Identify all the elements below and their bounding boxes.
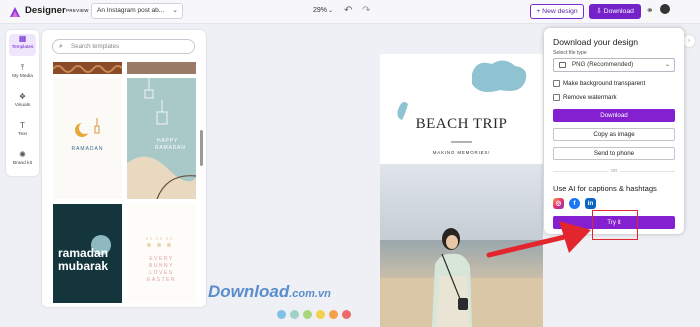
templates-icon: ▦: [18, 34, 27, 43]
palette-icon: ✺: [19, 150, 26, 159]
top-bar: Designer PREVIEW An Instagram post ab...…: [0, 0, 700, 24]
template-card-happy-ramadan[interactable]: HAPPY RAMADAN: [127, 78, 196, 199]
crescent-moon-icon: [75, 118, 100, 137]
search-placeholder: Search templates: [71, 43, 120, 50]
redo-icon[interactable]: ↷: [362, 5, 370, 16]
ai-captions-title: Use AI for captions & hashtags: [553, 184, 657, 193]
divider-label: OR: [608, 168, 621, 173]
rail-item-label: Visuals: [14, 103, 31, 108]
rail-item-brand-kit[interactable]: ✺ Brand kit: [6, 150, 39, 172]
preview-badge: PREVIEW: [66, 8, 89, 13]
undo-icon[interactable]: ↶: [344, 5, 352, 16]
search-icon: ⌕: [59, 43, 63, 50]
download-button-label: Download: [603, 8, 634, 15]
rail-item-my-media[interactable]: ⤒ My Media: [6, 63, 39, 85]
template-card-text: mubarak: [58, 259, 109, 273]
rail-item-visuals[interactable]: ❖ Visuals: [6, 92, 39, 114]
watermark-logo: Download.com.vn: [208, 282, 331, 302]
account-avatar[interactable]: [660, 4, 670, 14]
pointer-arrow: [486, 221, 591, 258]
canvas-subtitle[interactable]: MAKING MEMORIES!: [380, 150, 543, 155]
template-card-text: EASTER: [146, 277, 176, 283]
template-card-text: HAPPY: [157, 138, 178, 144]
chevron-down-icon: ⌄: [664, 62, 670, 68]
template-card-text: RAMADAN: [155, 145, 186, 151]
template-card-partial[interactable]: [53, 62, 122, 74]
zoom-level: 29%: [313, 7, 328, 14]
instagram-icon[interactable]: ◎: [553, 198, 564, 209]
document-title-dropdown[interactable]: An Instagram post ab... ⌄: [91, 3, 183, 19]
panel-scrollbar[interactable]: [200, 130, 203, 166]
chevron-down-icon: ⌄: [328, 8, 334, 14]
template-card-text: EVERY: [149, 256, 174, 262]
canvas-title[interactable]: BEACH TRIP: [380, 116, 543, 133]
file-type-label: Select file type: [553, 50, 587, 56]
file-type-select[interactable]: PNG (Recommended) ⌄: [553, 58, 675, 72]
remove-watermark-checkbox[interactable]: [553, 94, 560, 101]
beach-photo: [380, 54, 543, 327]
file-type-value: PNG (Recommended): [572, 61, 634, 68]
copy-as-image-button[interactable]: Copy as image: [553, 128, 675, 141]
rail-item-templates[interactable]: ▦ Templates: [9, 34, 36, 56]
linkedin-icon[interactable]: in: [585, 198, 596, 209]
highlight-box: [592, 210, 638, 240]
remove-watermark-label: Remove watermark: [563, 94, 617, 101]
upload-icon: ⤒: [20, 63, 25, 72]
watermark-dot: [342, 310, 351, 319]
collapse-panel-button[interactable]: ›: [683, 35, 695, 47]
share-icon[interactable]: ⚭: [646, 5, 654, 16]
template-card-ramadan[interactable]: RAMADAN: [53, 78, 122, 199]
chevron-down-icon: ⌄: [172, 7, 178, 14]
template-card-ramadan-mubarak[interactable]: ramadan mubarak: [53, 204, 122, 303]
download-panel-title: Download your design: [553, 37, 639, 47]
document-title: An Instagram post ab...: [97, 7, 165, 14]
search-templates-input[interactable]: ⌕ Search templates: [52, 39, 195, 54]
app-title: Designer: [25, 5, 66, 16]
rail-item-label: Brand kit: [13, 161, 32, 166]
template-card-easter[interactable]: EVERY BUNNY LOVES EASTER: [127, 204, 196, 303]
text-icon: T: [20, 121, 25, 130]
new-design-button[interactable]: + New design: [530, 4, 584, 19]
left-rail: ▦ Templates ⤒ My Media ❖ Visuals T Text …: [6, 30, 39, 176]
templates-panel: ⌕ Search templates RAMADAN HAPPY RAMADAN…: [42, 30, 206, 307]
rail-item-label: My Media: [12, 74, 33, 79]
design-canvas[interactable]: BEACH TRIP MAKING MEMORIES!: [380, 54, 543, 327]
rail-item-label: Templates: [11, 45, 34, 50]
download-button[interactable]: ⇩ Download: [589, 4, 641, 19]
rail-item-text[interactable]: T Text: [6, 121, 39, 143]
download-panel: Download your design Select file type PN…: [544, 28, 684, 234]
shapes-icon: ❖: [18, 92, 27, 101]
template-card-text: ramadan: [58, 246, 109, 260]
template-card-text: LOVES: [149, 270, 174, 276]
watermark-brand: Download: [208, 282, 290, 301]
rail-item-label: Text: [18, 132, 27, 137]
watermark-dot: [290, 310, 299, 319]
download-file-button[interactable]: Download: [553, 109, 675, 122]
watermark-suffix: .com.vn: [289, 288, 331, 300]
watermark-dot: [303, 310, 312, 319]
watermark-dot: [316, 310, 325, 319]
image-icon: [559, 62, 566, 68]
designer-logo-icon: [10, 7, 20, 17]
watermark-dot: [329, 310, 338, 319]
download-icon: ⇩: [596, 8, 602, 15]
watermark-dot: [277, 310, 286, 319]
transparent-background-checkbox[interactable]: [553, 80, 560, 87]
send-to-phone-button[interactable]: Send to phone: [553, 147, 675, 160]
template-card-text: RAMADAN: [71, 146, 104, 152]
template-card-partial[interactable]: [127, 62, 196, 74]
transparent-background-label: Make background transparent: [563, 80, 646, 87]
template-card-text: BUNNY: [148, 263, 174, 269]
facebook-icon[interactable]: f: [569, 198, 580, 209]
zoom-dropdown[interactable]: 29%⌄: [313, 7, 333, 14]
